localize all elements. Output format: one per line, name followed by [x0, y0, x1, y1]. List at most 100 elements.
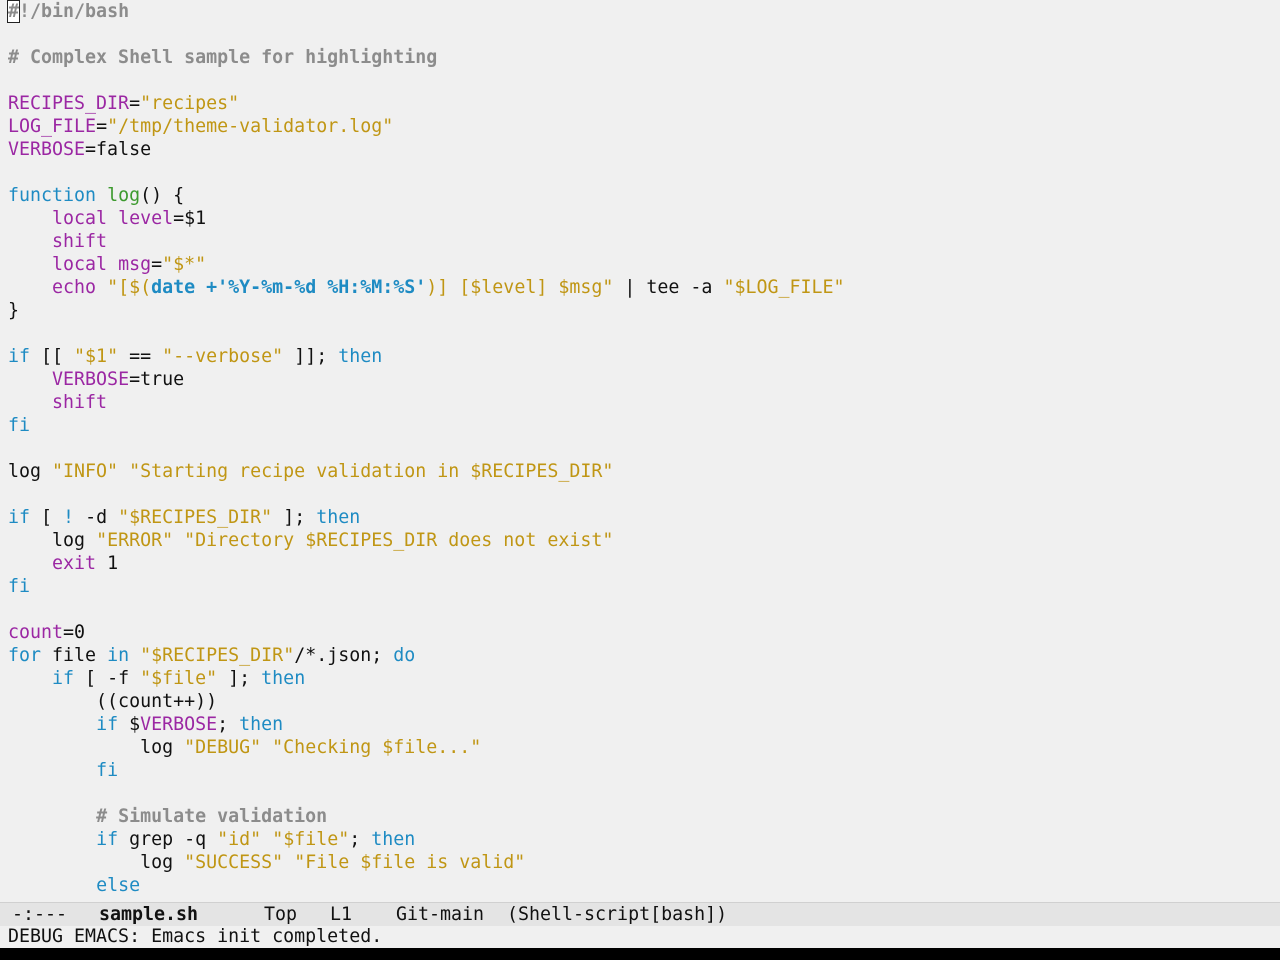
token-plain: [: [30, 507, 64, 528]
mode-line-status: -:---: [12, 904, 68, 925]
code-line: if $VERBOSE; then: [8, 713, 845, 736]
code-line: fi: [8, 575, 845, 598]
code-line: echo "[$(date +'%Y-%m-%d %H:%M:%S')] [$l…: [8, 276, 844, 299]
token-keyword: fi: [8, 415, 31, 436]
code-line: VERBOSE=true: [8, 368, 845, 391]
token-keyword: then: [371, 829, 416, 850]
token-plain: =0: [63, 622, 86, 643]
token-variable: level: [118, 208, 174, 229]
token-plain: $: [118, 714, 141, 735]
code-line: # Complex Shell sample for highlighting: [8, 46, 845, 69]
token-plain: ]];: [283, 346, 339, 367]
token-plain: ;: [349, 829, 372, 850]
token-plain: log: [8, 461, 53, 482]
token-plain: =$1: [173, 208, 207, 229]
token-keyword: !: [63, 507, 75, 528]
token-plain: | tee -a: [613, 277, 724, 298]
emacs-frame: #!/bin/bash # Complex Shell sample for h…: [0, 0, 1280, 948]
token-plain: [[: [30, 346, 75, 367]
code-line: VERBOSE=false: [8, 138, 845, 161]
token-keyword: do: [393, 645, 416, 666]
token-comment: #!/bin/bash: [6, 0, 130, 23]
code-line: RECIPES_DIR="recipes": [8, 92, 845, 115]
token-plain: =true: [129, 369, 185, 390]
echo-area: DEBUG EMACS: Emacs init completed.: [8, 926, 383, 947]
mode-line-major-mode[interactable]: (Shell-script[bash]): [507, 903, 727, 926]
code-line: if grep -q "id" "$file"; then: [8, 828, 845, 851]
token-variable: count: [8, 622, 64, 643]
token-comment: # Complex Shell sample for highlighting: [8, 47, 438, 68]
token-plain: =: [129, 93, 141, 114]
token-keyword: function: [8, 185, 97, 206]
token-keyword: then: [261, 668, 306, 689]
token-plain: log: [8, 737, 185, 758]
code-line: LOG_FILE="/tmp/theme-validator.log": [8, 115, 845, 138]
token-string: "$1": [74, 346, 119, 367]
token-variable: LOG_FILE: [8, 116, 97, 137]
token-keyword: if: [8, 507, 31, 528]
mode-line-line-number: L1: [330, 904, 353, 925]
code-line: if [ -f "$file" ]; then: [8, 667, 845, 690]
token-string: "DEBUG": [184, 737, 262, 758]
token-builtin: echo: [52, 277, 97, 298]
token-string: )] [$level] $msg": [426, 277, 614, 298]
editor-buffer[interactable]: #!/bin/bash # Complex Shell sample for h…: [0, 0, 1280, 902]
token-builtin: local: [52, 208, 108, 229]
token-keyword: in: [107, 645, 130, 666]
code-line: ((count++)): [8, 690, 845, 713]
token-plain: log: [8, 852, 185, 873]
token-variable: VERBOSE: [140, 714, 218, 735]
token-builtin: shift: [52, 231, 108, 252]
code-line: }: [8, 299, 845, 322]
token-builtin: shift: [52, 392, 108, 413]
token-string: "/tmp/theme-validator.log": [107, 116, 394, 137]
token-variable: VERBOSE: [8, 139, 86, 160]
mode-line-vc-branch[interactable]: Git-main: [396, 903, 484, 926]
code-line: log "SUCCESS" "File $file is valid": [8, 851, 845, 874]
code-line: for file in "$RECIPES_DIR"/*.json; do: [8, 644, 845, 667]
token-plain: ;: [217, 714, 240, 735]
token-string: "recipes": [140, 93, 240, 114]
token-keyword: else: [96, 875, 141, 896]
mode-line-position: Top: [264, 904, 298, 925]
code-line: local level=$1: [8, 207, 845, 230]
token-string: "$RECIPES_DIR": [118, 507, 273, 528]
token-keyword: fi: [8, 576, 31, 597]
code-line: else: [8, 874, 845, 897]
token-string: "$*": [162, 254, 207, 275]
code-line: shift: [8, 391, 845, 414]
token-plain: () {: [140, 185, 185, 206]
token-string: "Starting recipe validation in $RECIPES_…: [129, 461, 614, 482]
mode-line: -:--- sample.sh Top L1 Git-main (Shell-s…: [0, 902, 1280, 926]
text-cursor: #: [6, 0, 21, 23]
mode-line-buffer-name[interactable]: sample.sh: [99, 903, 198, 926]
code-line: count=0: [8, 621, 845, 644]
token-keyword: for: [8, 645, 42, 666]
code-lines: #!/bin/bash # Complex Shell sample for h…: [6, 0, 845, 897]
code-line: function log() {: [8, 184, 845, 207]
token-string: "--verbose": [162, 346, 284, 367]
token-string: "Directory $RECIPES_DIR does not exist": [184, 530, 614, 551]
token-keyword: then: [239, 714, 284, 735]
token-date: date +'%Y-%m-%d %H:%M:%S': [151, 277, 427, 298]
code-line: log "INFO" "Starting recipe validation i…: [8, 460, 845, 483]
token-string: "[$(: [107, 277, 152, 298]
